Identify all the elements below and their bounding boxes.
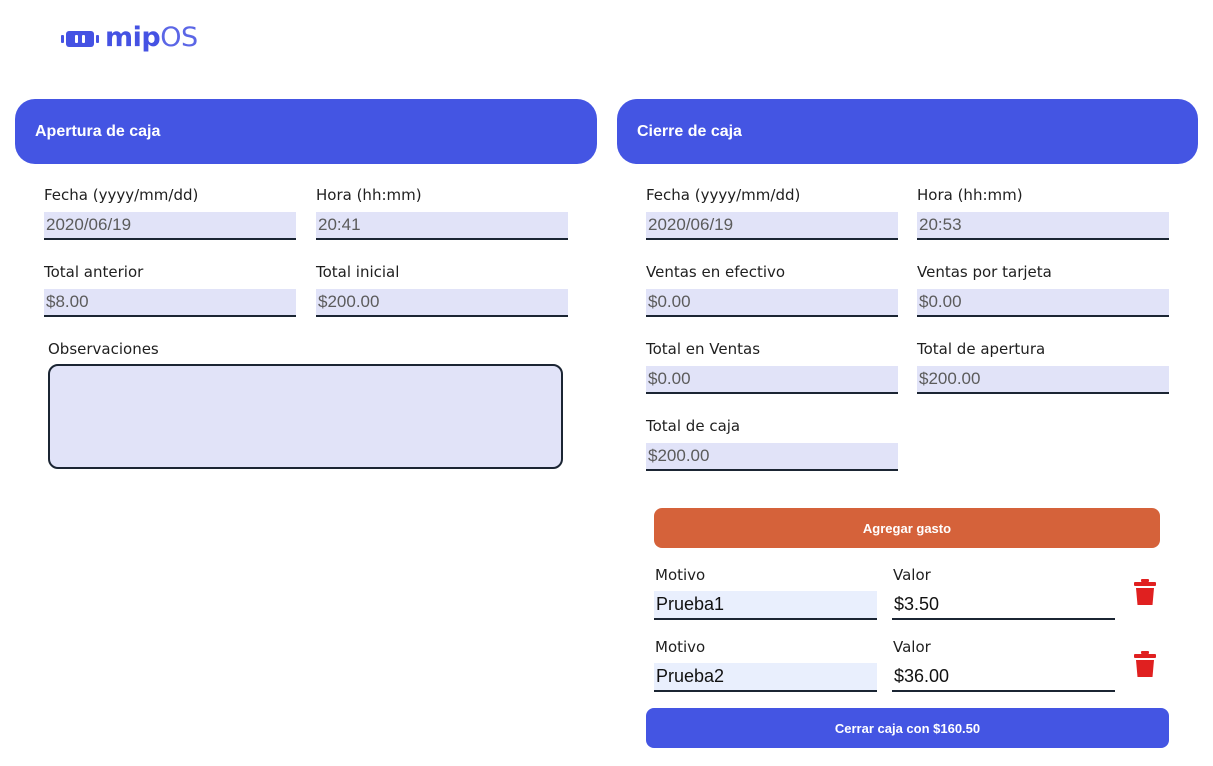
gasto-valor-input[interactable]: $3.50 [892,591,1115,620]
ventas-tarjeta-field: Ventas por tarjeta $0.00 [917,261,1169,319]
cierre-hora-label: Hora (hh:mm) [917,186,1023,204]
apertura-fecha-input[interactable]: 2020/06/19 [44,212,296,240]
total-inicial-input[interactable]: $200.00 [316,289,568,317]
ventas-efectivo-field: Ventas en efectivo $0.00 [646,261,898,319]
cierre-hora-field: Hora (hh:mm) 20:53 [917,184,1169,242]
gasto-valor-label: Valor [893,638,931,656]
apertura-header: Apertura de caja [15,99,597,164]
total-ventas-field: Total en Ventas $0.00 [646,338,898,396]
gasto-motivo-input[interactable]: Prueba1 [654,591,877,620]
gasto-motivo-label: Motivo [655,638,706,656]
trash-icon[interactable] [1134,651,1156,677]
observaciones-label: Observaciones [48,340,159,358]
logo-mark-icon [61,27,99,49]
total-anterior-label: Total anterior [44,263,144,281]
total-ventas-input[interactable]: $0.00 [646,366,898,394]
apertura-hora-label: Hora (hh:mm) [316,186,422,204]
cerrar-caja-button[interactable]: Cerrar caja con $160.50 [646,708,1169,748]
total-anterior-field: Total anterior $8.00 [44,261,296,319]
gasto-valor-input[interactable]: $36.00 [892,663,1115,692]
ventas-tarjeta-input[interactable]: $0.00 [917,289,1169,317]
cierre-hora-input[interactable]: 20:53 [917,212,1169,240]
ventas-tarjeta-label: Ventas por tarjeta [917,263,1052,281]
total-apertura-input[interactable]: $200.00 [917,366,1169,394]
ventas-efectivo-label: Ventas en efectivo [646,263,786,281]
apertura-fecha-field: Fecha (yyyy/mm/dd) 2020/06/19 [44,184,296,242]
agregar-gasto-button[interactable]: Agregar gasto [654,508,1160,548]
apertura-hora-field: Hora (hh:mm) 20:41 [316,184,568,242]
ventas-efectivo-input[interactable]: $0.00 [646,289,898,317]
apertura-hora-input[interactable]: 20:41 [316,212,568,240]
apertura-fecha-label: Fecha (yyyy/mm/dd) [44,186,199,204]
total-caja-input[interactable]: $200.00 [646,443,898,471]
total-ventas-label: Total en Ventas [646,340,761,358]
gasto-motivo-input[interactable]: Prueba2 [654,663,877,692]
total-caja-field: Total de caja $200.00 [646,415,898,473]
total-inicial-field: Total inicial $200.00 [316,261,568,319]
trash-icon[interactable] [1134,579,1156,605]
gasto-valor-label: Valor [893,566,931,584]
total-apertura-label: Total de apertura [917,340,1046,358]
gasto-motivo-label: Motivo [655,566,706,584]
cierre-fecha-field: Fecha (yyyy/mm/dd) 2020/06/19 [646,184,898,242]
mipos-logo: mipOS [61,22,198,54]
logo-text: mipOS [105,22,198,53]
total-anterior-input[interactable]: $8.00 [44,289,296,317]
total-caja-label: Total de caja [646,417,741,435]
observaciones-textarea[interactable] [48,364,563,469]
cierre-fecha-label: Fecha (yyyy/mm/dd) [646,186,801,204]
total-inicial-label: Total inicial [316,263,400,281]
cierre-header: Cierre de caja [617,99,1198,164]
total-apertura-field: Total de apertura $200.00 [917,338,1169,396]
cierre-fecha-input[interactable]: 2020/06/19 [646,212,898,240]
